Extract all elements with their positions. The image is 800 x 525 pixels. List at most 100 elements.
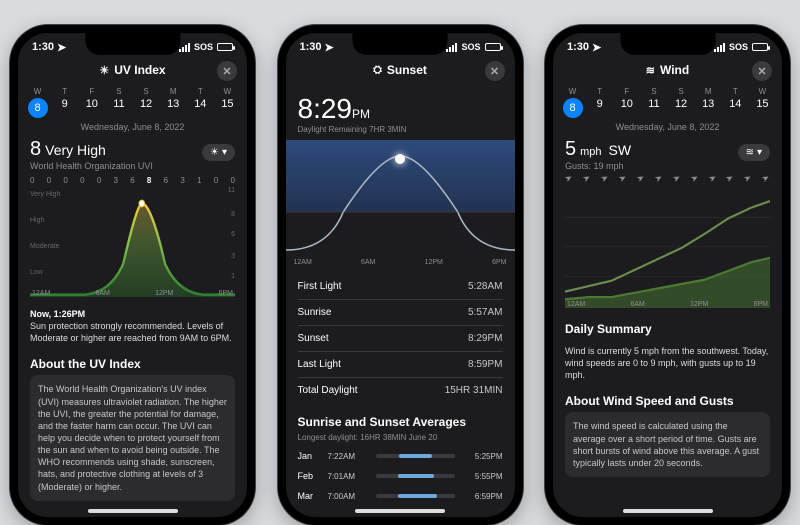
sun-row: Last Light8:59PM xyxy=(298,352,503,378)
day-13[interactable]: M13 xyxy=(161,87,185,118)
wind-gusts: Gusts: 19 mph xyxy=(565,161,770,171)
wind-unit: mph xyxy=(580,146,601,158)
day-8[interactable]: W8 xyxy=(561,87,585,118)
about-card: The World Health Organization's UV index… xyxy=(30,375,235,500)
sun-row: Total Daylight15HR 31MIN xyxy=(298,378,503,403)
sun-row: First Light5:28AM xyxy=(298,274,503,300)
wind-small-icon: ≋ xyxy=(746,147,754,158)
sun-row: Sunset8:29PM xyxy=(298,326,503,352)
chevron-down-icon: ▾ xyxy=(757,147,762,158)
signal-icon xyxy=(446,43,457,52)
phone-sunset: 1:30 ➤ SOS ⛭ Sunset ✕ 8:29PM Daylight Re… xyxy=(278,25,523,525)
signal-icon xyxy=(179,43,190,52)
panel-header: ≋ Wind ✕ xyxy=(553,55,782,83)
close-button[interactable]: ✕ xyxy=(485,61,505,81)
uv-chart: Very High High Moderate Low 11 8 6 3 1 xyxy=(30,187,235,297)
uv-label: Very High xyxy=(45,142,106,158)
day-15[interactable]: W15 xyxy=(215,87,239,118)
status-sos: SOS xyxy=(461,42,480,52)
notch xyxy=(353,33,448,55)
sun-small-icon: ☀ xyxy=(210,147,219,158)
header-title: UV Index xyxy=(114,63,165,77)
day-10[interactable]: F10 xyxy=(80,87,104,118)
home-indicator[interactable] xyxy=(355,509,445,513)
hourly-values: 0000036863100 xyxy=(30,171,235,187)
day-9[interactable]: T9 xyxy=(588,87,612,118)
wind-value: 5 xyxy=(565,138,576,161)
notch xyxy=(620,33,715,55)
sun-chart: 12AM 6AM 12PM 6PM xyxy=(286,140,515,270)
y-moderate: Moderate xyxy=(30,243,60,250)
location-icon: ➤ xyxy=(57,41,66,54)
date-strip[interactable]: W8T9F10S11S12M13T14W15 xyxy=(18,83,247,120)
avg-row-Jan: Jan7:22AM5:25PM xyxy=(286,446,515,466)
y-high: High xyxy=(30,217,44,224)
day-10[interactable]: F10 xyxy=(615,87,639,118)
sun-icon: ☀ xyxy=(99,64,109,77)
phone-uv: 1:30 ➤ SOS ☀ UV Index ✕ W8T9F10S11S12M13… xyxy=(10,25,255,525)
day-9[interactable]: T9 xyxy=(53,87,77,118)
location-icon: ➤ xyxy=(325,41,334,54)
summary-title: Daily Summary xyxy=(565,314,770,340)
day-13[interactable]: M13 xyxy=(696,87,720,118)
status-sos: SOS xyxy=(194,42,213,52)
options-button[interactable]: ≋ ▾ xyxy=(738,144,770,161)
location-icon: ➤ xyxy=(592,41,601,54)
day-14[interactable]: T14 xyxy=(188,87,212,118)
chevron-down-icon: ▾ xyxy=(222,147,227,158)
sun-row: Sunrise5:57AM xyxy=(298,300,503,326)
now-body: Sun protection strongly recommended. Lev… xyxy=(30,320,235,344)
about-card: The wind speed is calculated using the a… xyxy=(565,412,770,477)
home-indicator[interactable] xyxy=(623,509,713,513)
close-button[interactable]: ✕ xyxy=(217,61,237,81)
signal-icon xyxy=(714,43,725,52)
y-low: Low xyxy=(30,269,43,276)
status-time: 1:30 xyxy=(32,41,54,53)
date-subtitle: Wednesday, June 8, 2022 xyxy=(18,120,247,138)
metric-row: 8 Very High ☀ ▾ xyxy=(30,138,235,161)
day-15[interactable]: W15 xyxy=(750,87,774,118)
wind-direction: SW xyxy=(609,142,632,158)
sun-times-list: First Light5:28AMSunrise5:57AMSunset8:29… xyxy=(286,270,515,407)
about-title: About the UV Index xyxy=(30,349,235,375)
date-subtitle: Wednesday, June 8, 2022 xyxy=(553,120,782,138)
header-title: Sunset xyxy=(387,63,427,77)
day-11[interactable]: S11 xyxy=(642,87,666,118)
averages-list: Jan7:22AM5:25PMFeb7:01AM5:55PMMar7:00AM6… xyxy=(286,446,515,506)
panel-header: ⛭ Sunset ✕ xyxy=(286,55,515,83)
averages-title: Sunrise and Sunset Averages xyxy=(286,407,515,433)
y-veryhigh: Very High xyxy=(30,191,60,198)
uv-value: 8 xyxy=(30,138,41,161)
day-8[interactable]: W8 xyxy=(26,87,50,118)
summary-body: Wind is currently 5 mph from the southwe… xyxy=(565,340,770,386)
sunset-icon: ⛭ xyxy=(373,64,382,77)
phone-wind: 1:30 ➤ SOS ≋ Wind ✕ W8T9F10S11S12M13T14W… xyxy=(545,25,790,525)
averages-sub: Longest daylight: 16HR 38MIN June 20 xyxy=(286,433,515,446)
sunset-time: 8:29PM xyxy=(286,83,515,125)
status-time: 1:30 xyxy=(567,41,589,53)
notch xyxy=(85,33,180,55)
status-time: 1:30 xyxy=(300,41,322,53)
metric-row: 5 mph SW ≋ ▾ xyxy=(565,138,770,161)
header-title: Wind xyxy=(660,63,689,77)
wind-direction-arrows: ➤➤➤➤➤➤➤➤➤➤➤➤ xyxy=(565,171,770,188)
uv-sub: World Health Organization UVI xyxy=(30,161,235,171)
day-12[interactable]: S12 xyxy=(669,87,693,118)
panel-header: ☀ UV Index ✕ xyxy=(18,55,247,83)
battery-icon xyxy=(485,43,501,51)
battery-icon xyxy=(217,43,233,51)
about-title: About Wind Speed and Gusts xyxy=(565,386,770,412)
day-11[interactable]: S11 xyxy=(107,87,131,118)
day-12[interactable]: S12 xyxy=(134,87,158,118)
status-sos: SOS xyxy=(729,42,748,52)
battery-icon xyxy=(752,43,768,51)
now-title: Now, 1:26PM xyxy=(30,308,235,320)
sun-position-dot xyxy=(395,154,405,164)
avg-row-Feb: Feb7:01AM5:55PM xyxy=(286,466,515,486)
wind-icon: ≋ xyxy=(646,64,655,77)
date-strip[interactable]: W8T9F10S11S12M13T14W15 xyxy=(553,83,782,120)
options-button[interactable]: ☀ ▾ xyxy=(202,144,235,161)
day-14[interactable]: T14 xyxy=(723,87,747,118)
close-button[interactable]: ✕ xyxy=(752,61,772,81)
home-indicator[interactable] xyxy=(88,509,178,513)
